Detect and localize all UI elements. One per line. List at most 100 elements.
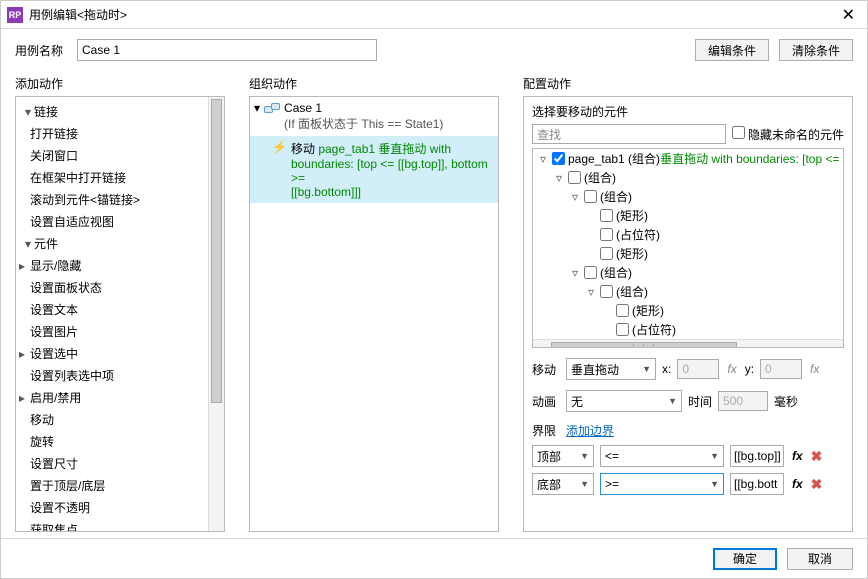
widget-checkbox[interactable] [600, 285, 613, 298]
chevron-icon[interactable]: ▿ [569, 266, 581, 280]
case-name: Case 1 [284, 101, 443, 115]
delete-icon[interactable]: ✖ [811, 448, 823, 465]
widget-row[interactable]: (矩形) [533, 206, 843, 225]
widget-checkbox[interactable] [584, 266, 597, 279]
fx-icon[interactable]: fx [725, 362, 738, 376]
hide-unnamed-checkbox[interactable]: 隐藏未命名的元件 [732, 126, 844, 143]
widget-checkbox[interactable] [600, 228, 613, 241]
chevron-down-icon[interactable]: ▾ [22, 103, 34, 121]
close-icon[interactable]: ✕ [836, 5, 861, 25]
config-panel: 选择要移动的元件 隐藏未命名的元件 ▿page_tab1 (组合) 垂直拖动 w… [523, 96, 853, 532]
chevron-right-icon[interactable]: ▸ [16, 257, 28, 275]
widget-row[interactable]: ▿(组合) [533, 187, 843, 206]
y-label: y: [745, 362, 754, 376]
action-item[interactable]: 获取焦点 [16, 519, 224, 532]
action-item[interactable]: 打开链接 [16, 123, 224, 145]
window-title: 用例编辑<拖动时> [29, 6, 836, 23]
widget-row[interactable]: (矩形) [533, 244, 843, 263]
action-item[interactable]: 旋转 [16, 431, 224, 453]
action-item[interactable]: 设置不透明 [16, 497, 224, 519]
chevron-icon[interactable]: ▿ [537, 152, 549, 166]
bounds-row: 界限 添加边界 [532, 422, 844, 439]
action-row-selected[interactable]: ⚡ 移动 page_tab1 垂直拖动 with boundaries: [to… [250, 136, 498, 203]
bound-operator-select[interactable]: >=▼ [600, 473, 724, 495]
widget-tree[interactable]: ▿page_tab1 (组合) 垂直拖动 with boundaries: [t… [532, 148, 844, 348]
action-item[interactable]: 设置面板状态 [16, 277, 224, 299]
case-name-input[interactable] [77, 39, 377, 61]
anim-select[interactable]: 无▼ [566, 390, 682, 412]
chevron-icon[interactable]: ▿ [569, 190, 581, 204]
case-icon [264, 101, 280, 115]
move-type-select[interactable]: 垂直拖动▼ [566, 358, 656, 380]
bound-position-select[interactable]: 底部▼ [532, 473, 594, 495]
action-item[interactable]: 移动 [16, 409, 224, 431]
widget-checkbox[interactable] [568, 171, 581, 184]
y-input [760, 359, 802, 379]
action-item[interactable]: 设置列表选中项 [16, 365, 224, 387]
widget-checkbox[interactable] [600, 209, 613, 222]
widget-row[interactable]: ▿page_tab1 (组合) 垂直拖动 with boundaries: [t… [533, 149, 843, 168]
action-item[interactable]: 滚动到元件<锚链接> [16, 189, 224, 211]
bound-value[interactable]: [[bg.bott [730, 473, 784, 495]
bound-value[interactable]: [[bg.top]] [730, 445, 784, 467]
widget-checkbox[interactable] [616, 304, 629, 317]
chevron-down-icon: ▼ [710, 451, 719, 461]
chevron-right-icon[interactable]: ▸ [16, 389, 28, 407]
organize-action-column: 组织动作 ▾ Case 1 (If 面板状态于 This == State1) … [249, 75, 499, 532]
fx-icon[interactable]: fx [790, 449, 805, 463]
case-row[interactable]: ▾ Case 1 (If 面板状态于 This == State1) [250, 97, 498, 136]
add-boundary-link[interactable]: 添加边界 [566, 422, 614, 439]
fx-icon[interactable]: fx [808, 362, 821, 376]
widget-row[interactable]: (占位符) [533, 225, 843, 244]
widget-checkbox[interactable] [600, 247, 613, 260]
cancel-button[interactable]: 取消 [787, 548, 853, 570]
organize-panel: ▾ Case 1 (If 面板状态于 This == State1) ⚡ 移动 … [249, 96, 499, 532]
clear-condition-button[interactable]: 清除条件 [779, 39, 853, 61]
x-label: x: [662, 362, 671, 376]
fx-icon[interactable]: fx [790, 477, 805, 491]
edit-condition-button[interactable]: 编辑条件 [695, 39, 769, 61]
widget-row[interactable]: ▿(组合) [533, 263, 843, 282]
action-item[interactable]: 设置尺寸 [16, 453, 224, 475]
chevron-down-icon[interactable]: ▾ [254, 101, 260, 115]
delete-icon[interactable]: ✖ [811, 476, 823, 493]
chevron-icon[interactable]: ▿ [553, 171, 565, 185]
chevron-icon[interactable]: ▿ [585, 285, 597, 299]
case-condition: (If 面板状态于 This == State1) [284, 115, 443, 132]
action-item[interactable]: 在框架中打开链接 [16, 167, 224, 189]
action-item[interactable]: ▸显示/隐藏 [16, 255, 224, 277]
anim-label: 动画 [532, 393, 560, 410]
bound-position-select[interactable]: 顶部▼ [532, 445, 594, 467]
action-item[interactable]: ▸设置选中 [16, 343, 224, 365]
widget-row[interactable]: (占位符) [533, 320, 843, 339]
action-item[interactable]: 置于顶层/底层 [16, 475, 224, 497]
tree-category[interactable]: ▾元件 [16, 233, 224, 255]
organize-action-header: 组织动作 [249, 75, 499, 92]
config-action-header: 配置动作 [523, 75, 853, 92]
action-item[interactable]: 设置文本 [16, 299, 224, 321]
ok-button[interactable]: 确定 [713, 548, 777, 570]
h-scrollbar[interactable]: ⋮⋮⋮ [533, 339, 843, 348]
widget-row[interactable]: ▿(组合) [533, 168, 843, 187]
tree-category[interactable]: ▾链接 [16, 101, 224, 123]
bounds-label: 界限 [532, 422, 560, 439]
widget-row[interactable]: (矩形) [533, 301, 843, 320]
widget-checkbox[interactable] [616, 323, 629, 336]
widget-checkbox[interactable] [584, 190, 597, 203]
widget-checkbox[interactable] [552, 152, 565, 165]
chevron-right-icon[interactable]: ▸ [16, 345, 28, 363]
action-item[interactable]: 设置图片 [16, 321, 224, 343]
action-item[interactable]: 关闭窗口 [16, 145, 224, 167]
bound-operator-select[interactable]: <=▼ [600, 445, 724, 467]
bottom-bar: 确定 取消 [1, 538, 867, 578]
select-widget-label: 选择要移动的元件 [532, 103, 844, 120]
widget-row[interactable]: ▿(组合) [533, 282, 843, 301]
chevron-down-icon: ▼ [642, 364, 651, 374]
title-bar: RP 用例编辑<拖动时> ✕ [1, 1, 867, 29]
action-item[interactable]: 设置自适应视图 [16, 211, 224, 233]
search-input[interactable] [532, 124, 726, 144]
app-logo: RP [7, 7, 23, 23]
scrollbar[interactable] [208, 97, 224, 531]
chevron-down-icon[interactable]: ▾ [22, 235, 34, 253]
action-item[interactable]: ▸启用/禁用 [16, 387, 224, 409]
